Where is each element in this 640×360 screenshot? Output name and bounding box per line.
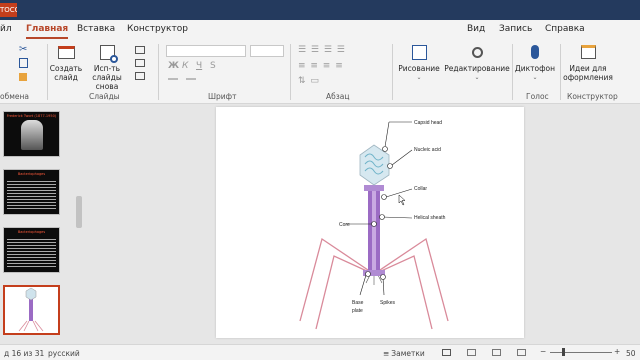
section-icon[interactable] xyxy=(135,72,145,80)
shapes-icon xyxy=(409,42,429,62)
underline-button[interactable]: Ч xyxy=(196,61,202,71)
strikethrough-button[interactable]: S xyxy=(210,61,216,71)
format-painter-icon[interactable] xyxy=(19,73,27,81)
font-color-icon[interactable] xyxy=(168,78,178,80)
zoom-slider-thumb[interactable] xyxy=(562,348,565,356)
paragraph-group-label: Абзац xyxy=(326,92,350,101)
bacteriophage-diagram: Capsid head Nucleic acid Collar Helical … xyxy=(299,120,449,330)
cut-icon[interactable]: ✂ xyxy=(19,44,27,55)
drawing-button[interactable]: Рисование ⌄ xyxy=(396,42,442,82)
highlight-icon[interactable] xyxy=(186,78,196,80)
slide-canvas[interactable]: Capsid head Nucleic acid Collar Helical … xyxy=(216,107,524,338)
label-spikes: Spikes xyxy=(380,300,396,306)
reuse-slides-icon xyxy=(97,42,118,63)
microphone-icon xyxy=(525,42,545,62)
chevron-down-icon: ⌄ xyxy=(532,74,538,81)
label-collar: Collar xyxy=(414,186,427,192)
notes-icon: ≡ xyxy=(383,349,390,358)
tab-file[interactable]: йл xyxy=(0,24,12,34)
group-separator xyxy=(290,44,291,100)
font-size-select[interactable] xyxy=(250,45,284,57)
slide-sorter-icon[interactable] xyxy=(467,349,476,356)
tab-help[interactable]: Справка xyxy=(545,24,585,34)
slide-counter: д 16 из 31 xyxy=(4,349,45,358)
new-slide-icon xyxy=(56,42,76,62)
zoom-in-icon[interactable]: + xyxy=(614,347,620,356)
dictate-button[interactable]: Диктофон ⌄ xyxy=(514,42,556,82)
chevron-down-icon: ⌄ xyxy=(416,74,422,81)
zoom-out-icon[interactable]: − xyxy=(540,347,546,356)
title-bar: ТОСОМ xyxy=(0,0,640,20)
align-icon[interactable]: ≡ ≡ ≡ ≡ xyxy=(298,61,344,71)
status-bar: д 16 из 31 русский ≡ Заметки − + 50 xyxy=(0,344,640,360)
thumbnail-scrollbar[interactable] xyxy=(74,104,84,344)
group-separator xyxy=(512,44,513,100)
notes-button[interactable]: ≡ Заметки xyxy=(383,349,425,358)
reuse-slides-button[interactable]: Исп-ть слайды снова xyxy=(83,42,131,91)
text-lines xyxy=(7,179,56,209)
design-ideas-button[interactable]: Идеи для оформления xyxy=(562,42,614,82)
tab-view[interactable]: Вид xyxy=(467,24,485,34)
tab-design[interactable]: Конструктор xyxy=(127,24,188,34)
bold-button[interactable]: Ж xyxy=(168,61,179,71)
collar-shape xyxy=(364,185,384,191)
language-indicator[interactable]: русский xyxy=(48,349,80,358)
cursor-icon xyxy=(398,194,406,206)
font-group-label: Шрифт xyxy=(208,92,237,101)
group-separator xyxy=(158,44,159,100)
document-title: ТОСОМ xyxy=(0,3,17,17)
designer-icon xyxy=(578,42,598,62)
ribbon-tabs: йл Главная Вставка Конструктор Вид Запис… xyxy=(0,20,640,40)
font-family-select[interactable] xyxy=(166,45,246,57)
label-nucleic-acid: Nucleic acid xyxy=(414,147,441,153)
slide-thumbnail-selected[interactable] xyxy=(3,285,60,335)
portrait-image xyxy=(20,120,43,150)
core-shape xyxy=(372,190,376,272)
tab-home[interactable]: Главная xyxy=(26,24,69,39)
bacteriophage-thumbnail-image xyxy=(18,287,44,332)
group-separator xyxy=(560,44,561,100)
label-capsid-head: Capsid head xyxy=(414,120,442,126)
designer-group-label: Конструктор xyxy=(567,92,618,101)
copy-icon[interactable] xyxy=(19,58,28,68)
slides-group-label: Слайды xyxy=(89,92,120,101)
slide-thumbnail[interactable]: Bacteriophages xyxy=(3,169,60,215)
slideshow-icon[interactable] xyxy=(517,349,526,356)
reset-icon[interactable] xyxy=(135,59,145,67)
text-lines xyxy=(7,237,56,267)
normal-view-icon[interactable] xyxy=(442,349,451,356)
search-icon xyxy=(467,42,487,62)
editing-button[interactable]: Редактирование ⌄ xyxy=(444,42,510,82)
group-separator xyxy=(392,44,393,100)
tab-insert[interactable]: Вставка xyxy=(77,24,115,34)
scrollbar-thumb[interactable] xyxy=(76,196,82,228)
group-separator xyxy=(47,44,48,100)
new-slide-button[interactable]: Создать слайд xyxy=(49,42,83,82)
label-base-plate-line2: plate xyxy=(352,308,363,314)
ribbon: ✂ обмена Создать слайд Исп-ть слайды сно… xyxy=(0,40,640,104)
layout-icon[interactable] xyxy=(135,46,145,54)
text-direction-icon[interactable]: ⇅ ▭ xyxy=(298,76,320,86)
zoom-slider[interactable] xyxy=(550,352,612,353)
clipboard-group-label: обмена xyxy=(0,92,29,101)
slide-thumbnail[interactable]: Frederick Twort (1877-1950) xyxy=(3,111,60,157)
tab-record[interactable]: Запись xyxy=(499,24,532,34)
zoom-level[interactable]: 50 xyxy=(626,349,636,358)
slide-thumbnail[interactable]: Bacteriophages xyxy=(3,227,60,273)
voice-group-label: Голос xyxy=(526,92,549,101)
label-base-plate-line1: Base xyxy=(352,300,364,306)
chevron-down-icon: ⌄ xyxy=(474,74,480,81)
label-core: Core xyxy=(339,222,350,228)
bullets-icon[interactable]: ☰ ☰ ☰ ☰ xyxy=(298,45,346,55)
reading-view-icon[interactable] xyxy=(492,349,501,356)
label-helical-sheath: Helical sheath xyxy=(414,215,446,221)
italic-button[interactable]: К xyxy=(182,61,188,71)
